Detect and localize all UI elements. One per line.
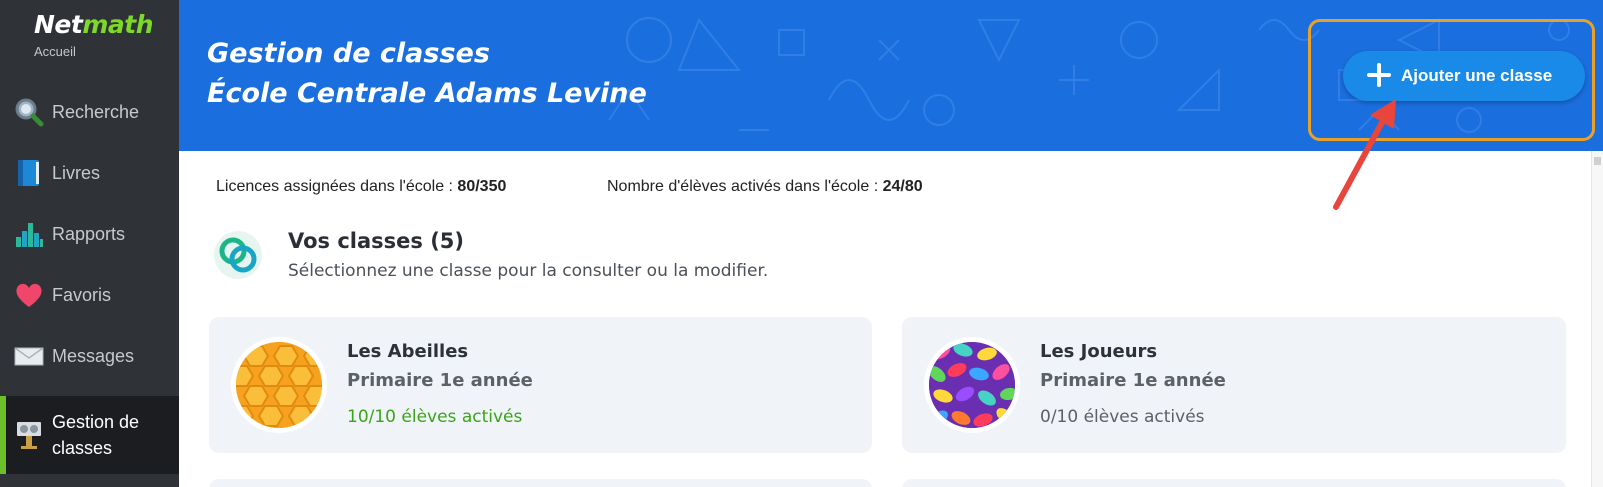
sidebar-item-recherche[interactable]: Recherche bbox=[0, 81, 179, 143]
class-name: Les Joueurs bbox=[1040, 341, 1158, 362]
home-link[interactable]: Accueil bbox=[34, 44, 76, 59]
students-label: Nombre d'élèves activés dans l'école : bbox=[607, 178, 883, 195]
vertical-scrollbar[interactable] bbox=[1591, 151, 1603, 487]
sidebar: Netmath Accueil Recherche Livres Rapport… bbox=[0, 0, 179, 487]
jellybeans-avatar bbox=[924, 337, 1020, 433]
licences-stat: Licences assignées dans l'école : 80/350 bbox=[216, 178, 506, 196]
licences-label: Licences assignées dans l'école : bbox=[216, 178, 458, 195]
honeycomb-avatar bbox=[231, 337, 327, 433]
class-card[interactable]: Les Joueurs Primaire 1e année 0/10 élève… bbox=[902, 317, 1566, 453]
sidebar-item-gestion-de-classes[interactable]: Gestion de classes bbox=[0, 396, 179, 474]
sidebar-item-label: Messages bbox=[52, 345, 135, 366]
magnifier-icon bbox=[14, 97, 44, 127]
class-card-partial[interactable] bbox=[209, 479, 872, 487]
sidebar-item-label: Gestion de classes bbox=[52, 409, 139, 461]
sidebar-item-livres[interactable]: Livres bbox=[0, 142, 179, 204]
sidebar-item-rapports[interactable]: Rapports bbox=[0, 203, 179, 265]
scrollbar-up-arrow[interactable] bbox=[1594, 157, 1601, 165]
bar-chart-icon bbox=[14, 219, 44, 249]
page-title: Gestion de classes bbox=[207, 38, 490, 69]
school-name: École Centrale Adams Levine bbox=[207, 78, 647, 109]
book-icon bbox=[14, 158, 44, 188]
class-activation-status: 0/10 élèves activés bbox=[1040, 407, 1205, 427]
sidebar-item-messages[interactable]: Messages bbox=[0, 325, 179, 387]
class-card[interactable]: Les Abeilles Primaire 1e année 10/10 élè… bbox=[209, 317, 872, 453]
classes-section-subtitle: Sélectionnez une classe pour la consulte… bbox=[288, 261, 769, 281]
class-card-partial[interactable] bbox=[902, 479, 1566, 487]
add-class-button[interactable]: Ajouter une classe bbox=[1343, 51, 1585, 101]
licences-value: 80/350 bbox=[457, 178, 507, 195]
class-name: Les Abeilles bbox=[347, 341, 469, 362]
sidebar-item-label: Rapports bbox=[52, 223, 126, 244]
class-activation-status: 10/10 élèves activés bbox=[347, 407, 523, 427]
logo-text-net: Net bbox=[34, 10, 83, 39]
students-value: 24/80 bbox=[882, 178, 923, 195]
add-class-button-label: Ajouter une classe bbox=[1401, 66, 1553, 85]
classroom-icon bbox=[14, 420, 44, 450]
sidebar-item-label: Recherche bbox=[52, 101, 140, 122]
logo-text-math: math bbox=[82, 10, 154, 39]
annotation-arrow-icon bbox=[1333, 99, 1396, 210]
sidebar-item-label-line2: classes bbox=[52, 438, 113, 458]
students-stat: Nombre d'élèves activés dans l'école : 2… bbox=[607, 178, 923, 196]
sidebar-item-label-line1: Gestion de bbox=[52, 412, 140, 432]
netmath-logo[interactable]: Netmath bbox=[34, 10, 154, 39]
class-grade: Primaire 1e année bbox=[347, 370, 533, 391]
sidebar-item-favoris[interactable]: Favoris bbox=[0, 264, 179, 326]
classes-section-title: Vos classes (5) bbox=[288, 229, 465, 253]
class-grade: Primaire 1e année bbox=[1040, 370, 1226, 391]
plus-icon bbox=[1365, 61, 1393, 89]
envelope-icon bbox=[14, 341, 44, 371]
sidebar-item-label: Favoris bbox=[52, 284, 112, 305]
sidebar-item-label: Livres bbox=[52, 162, 101, 183]
classes-logo-icon bbox=[213, 230, 263, 280]
heart-icon bbox=[14, 280, 44, 310]
